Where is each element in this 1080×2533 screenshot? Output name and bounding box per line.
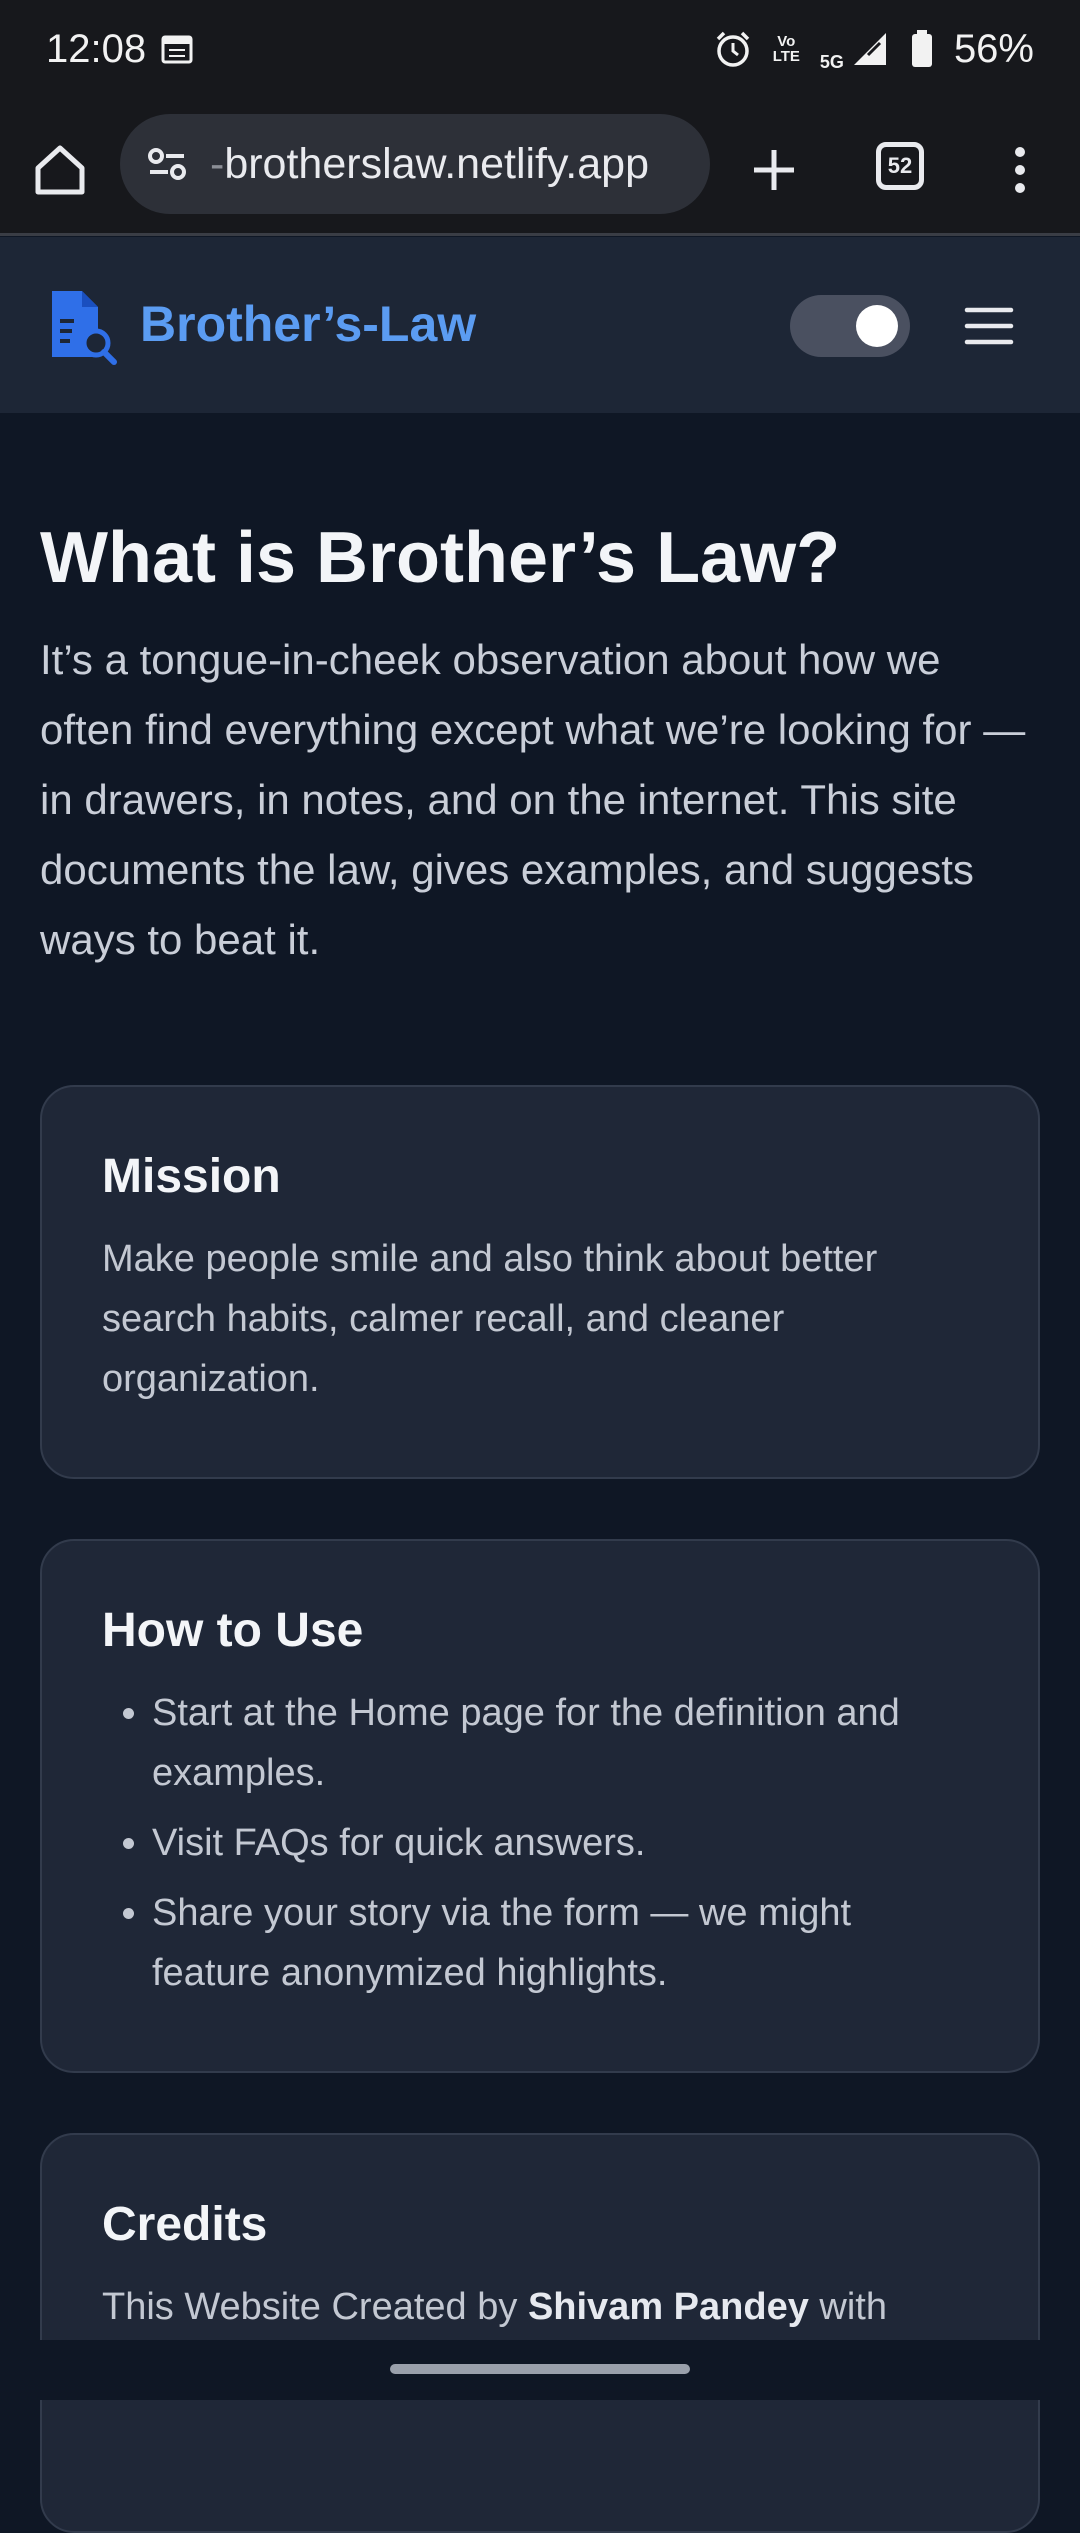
- credits-title: Credits: [102, 2198, 268, 2251]
- battery-icon: [910, 29, 934, 69]
- page-title: What is Brother’s Law?: [40, 518, 841, 598]
- list-item: Share your story via the form — we might…: [152, 1883, 978, 2003]
- signal-icon: [850, 29, 890, 69]
- list-item: Visit FAQs for quick answers.: [152, 1813, 978, 1873]
- gesture-handle[interactable]: [390, 2364, 690, 2374]
- alarm-icon: [713, 29, 753, 69]
- mission-title: Mission: [102, 1150, 281, 1203]
- plus-icon: [754, 150, 794, 190]
- calendar-icon: [160, 32, 194, 66]
- theme-toggle[interactable]: [790, 295, 910, 357]
- battery-percent: 56%: [953, 26, 1034, 71]
- browser-menu-button[interactable]: [1000, 138, 1040, 202]
- status-bar: 12:08 Vo LTE 5G 56%: [0, 0, 1080, 98]
- how-to-use-title: How to Use: [102, 1604, 364, 1657]
- volte-indicator: Vo LTE: [772, 33, 800, 65]
- home-icon: [35, 145, 85, 195]
- list-item: Start at the Home page for the definitio…: [152, 1683, 978, 1803]
- author-name: Shivam Pandey: [527, 2286, 809, 2328]
- intro-paragraph: It’s a tongue-in-cheek observation about…: [40, 636, 1026, 963]
- home-button[interactable]: [28, 138, 92, 202]
- mission-body: Make people smile and also think about b…: [102, 1238, 878, 1400]
- credits-body: This Website Created by Shivam Pandey wi…: [102, 2286, 887, 2328]
- network-type: 5G: [819, 51, 844, 72]
- nav-menu-button[interactable]: [964, 301, 1014, 351]
- status-time: 12:08: [46, 26, 147, 71]
- main-content: What is Brother’s Law? It’s a tongue-in-…: [40, 413, 1040, 2533]
- how-to-use-list: Start at the Home page for the definitio…: [102, 1683, 978, 2003]
- site-settings-icon[interactable]: [138, 134, 198, 194]
- address-bar[interactable]: -brotherslaw.netlify.app: [120, 114, 710, 214]
- new-tab-button[interactable]: [742, 138, 806, 202]
- mission-card: Mission Make people smile and also think…: [40, 1085, 1040, 1479]
- hamburger-icon: [964, 307, 1014, 345]
- url-text: -brotherslaw.netlify.app: [210, 139, 649, 188]
- tab-switcher-button[interactable]: 52: [876, 142, 924, 190]
- credits-card: Credits This Website Created by Shivam P…: [40, 2133, 1040, 2533]
- more-vert-icon: [1015, 147, 1025, 193]
- how-to-use-card: How to Use Start at the Home page for th…: [40, 1539, 1040, 2073]
- site-brand[interactable]: Brother’s-Law: [140, 295, 476, 353]
- logo-document-search-icon[interactable]: [48, 287, 120, 365]
- system-navigation-bar: [0, 2340, 1080, 2400]
- toggle-knob: [856, 305, 898, 347]
- site-header: Brother’s-Law: [0, 237, 1080, 413]
